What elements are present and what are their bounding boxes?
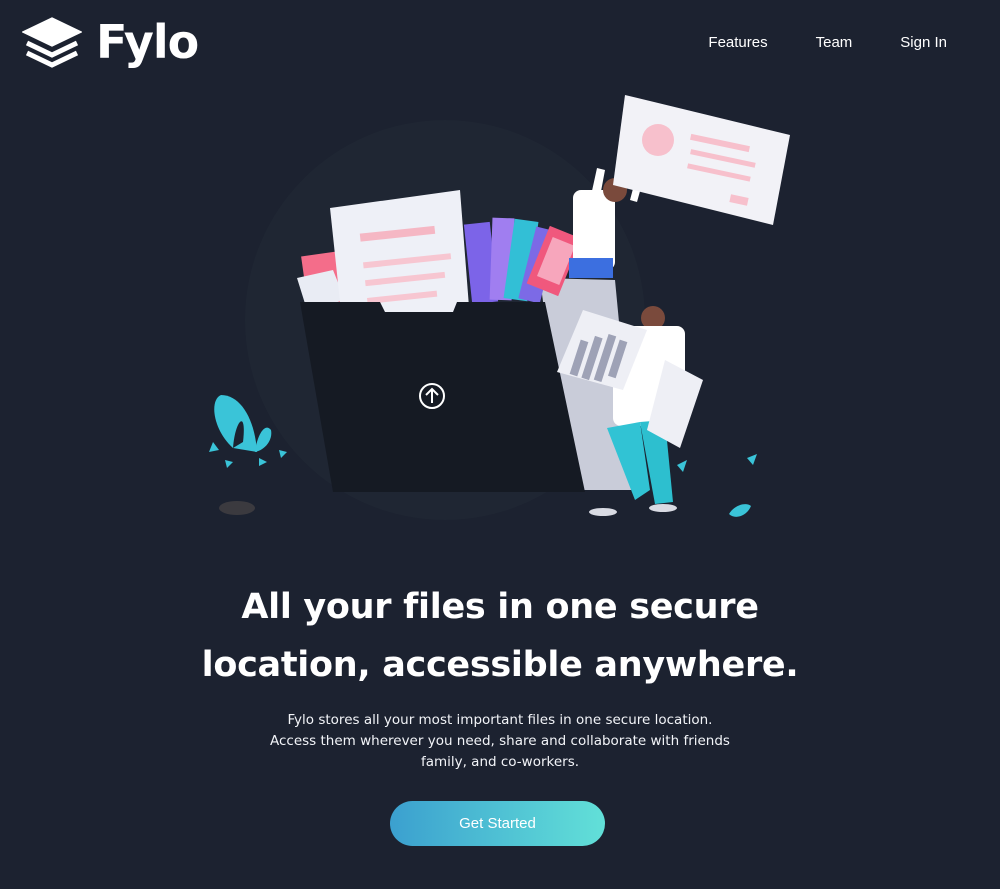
description-line-2: Access them wherever you need, share and… xyxy=(270,733,730,749)
hero-description: Fylo stores all your most important file… xyxy=(250,710,750,773)
brand-name: Fylo xyxy=(96,15,199,69)
nav-link-team[interactable]: Team xyxy=(816,34,853,51)
main-nav: Features Team Sign In xyxy=(660,34,947,51)
stacked-layers-icon xyxy=(22,17,82,68)
get-started-button[interactable]: Get Started xyxy=(390,801,605,846)
nav-link-features[interactable]: Features xyxy=(708,34,767,51)
brand-logo[interactable]: Fylo xyxy=(22,14,199,70)
leaves-right xyxy=(677,454,757,517)
headline-line-2: location, accessible anywhere. xyxy=(201,645,799,685)
folder-front xyxy=(300,302,585,492)
hero-headline: All your files in one secure location, a… xyxy=(100,578,900,694)
card-top xyxy=(613,95,790,225)
headline-line-1: All your files in one secure xyxy=(241,587,759,627)
description-line-1: Fylo stores all your most important file… xyxy=(287,712,713,728)
site-header: Fylo Features Team Sign In xyxy=(0,0,1000,90)
hero-illustration xyxy=(209,95,790,520)
nav-link-sign-in[interactable]: Sign In xyxy=(900,34,947,51)
description-line-3: family, and co-workers. xyxy=(420,754,580,770)
